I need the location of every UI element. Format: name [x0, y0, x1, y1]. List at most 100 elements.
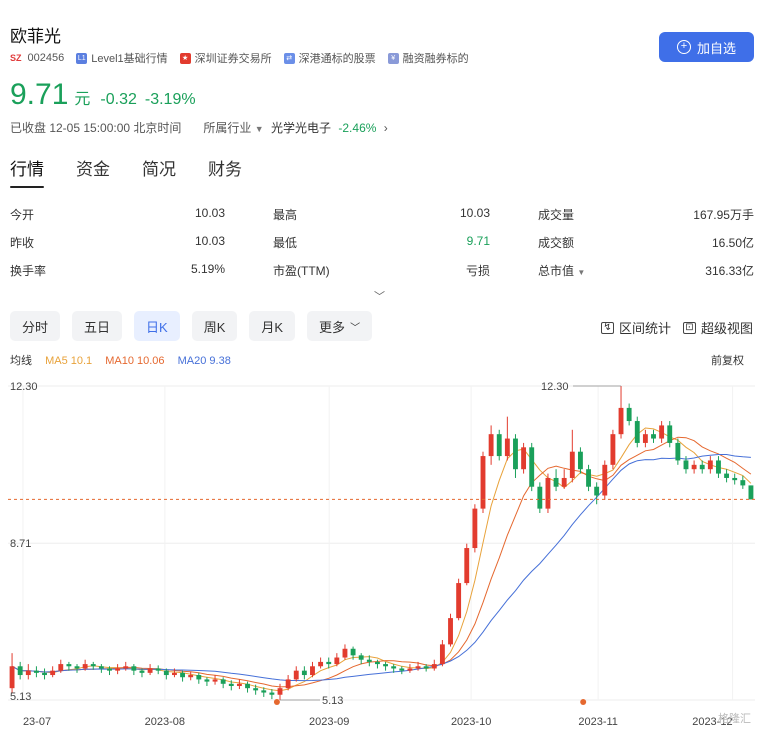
tab-funds[interactable]: 资金 [76, 155, 110, 188]
candle-body [196, 675, 202, 680]
candle-body [699, 464, 705, 470]
period-intraday[interactable]: 分时 [10, 311, 61, 341]
candle-body [301, 670, 307, 676]
exchange-tag: SZ [10, 53, 22, 63]
market-status: 已收盘 12-05 15:00:00 北京时间 [10, 121, 182, 135]
super-view-button[interactable]: ⊡ 超级视图 [682, 318, 753, 337]
candle-body [115, 668, 121, 671]
candle-body [537, 486, 543, 509]
period-5day[interactable]: 五日 [72, 311, 123, 341]
industry-link[interactable]: 所属行业 ▼ 光学光电子 -2.46% › [203, 119, 387, 136]
stat-value: 16.50亿 [711, 236, 754, 250]
candle-body [521, 447, 527, 470]
stat-label: 市盈(TTM) [273, 264, 330, 278]
range-stats-button[interactable]: ↯ 区间统计 [600, 318, 671, 337]
candle-body [90, 664, 96, 667]
ma10-value: MA10 10.06 [105, 355, 165, 367]
candle-body [456, 583, 462, 619]
tab-profile[interactable]: 简况 [142, 155, 176, 188]
candle-body [399, 668, 405, 671]
candle-body [253, 688, 259, 691]
period-daily[interactable]: 日K [134, 311, 180, 341]
stock-code: 002456 [27, 52, 65, 64]
candle-body [236, 683, 242, 686]
candle-body [188, 675, 194, 678]
watermark: 格隆汇 [718, 713, 751, 725]
candle-body [383, 664, 388, 667]
candle-body [464, 548, 470, 584]
x-tick-label: 23-07 [23, 716, 51, 728]
candle-body [748, 485, 754, 500]
candle-body [228, 683, 234, 686]
expand-chevron-icon[interactable]: ﹀ [374, 288, 385, 304]
chevron-right-icon: › [383, 121, 388, 135]
candle-body [659, 425, 665, 439]
period-selector: 分时 五日 日K 周K 月K 更多 ﹀ [10, 311, 384, 341]
tab-quote[interactable]: 行情 [10, 155, 44, 188]
candle-body [691, 464, 697, 470]
ma20-value: MA20 9.38 [177, 355, 231, 367]
level1-icon: L1 [76, 52, 88, 64]
candle-body [602, 464, 608, 496]
candle-body [25, 670, 31, 676]
candle-body [33, 670, 39, 673]
tag-exchange[interactable]: ★ 深圳证券交易所 [179, 50, 272, 66]
candle-body [634, 421, 640, 443]
candle-body [269, 692, 275, 695]
high-label: 12.30 [541, 381, 569, 393]
market-cap-label[interactable]: 总市值 ▼ [538, 262, 585, 279]
tag-connect[interactable]: ⇄ 深港通标的股票 [283, 50, 376, 66]
kline-chart[interactable]: 12.30 8.71 5.13 12.30 5.13 23-07 2023-08 2023-0… [0, 370, 763, 734]
stat-label: 成交量 [538, 208, 575, 222]
period-more[interactable]: 更多 ﹀ [307, 311, 373, 341]
tag-margin[interactable]: ¥ 融资融券标的 [387, 50, 469, 66]
adjust-mode-button[interactable]: 前复权 [711, 352, 744, 368]
candle-body [594, 486, 600, 496]
stat-label: 成交额 [538, 236, 575, 250]
candle-body [724, 473, 730, 478]
candle-body [310, 666, 315, 676]
candle-body [50, 670, 56, 676]
chart-tools: ↯ 区间统计 ⊡ 超级视图 [589, 318, 753, 337]
candle-body [569, 451, 575, 478]
candle-body [366, 659, 372, 662]
candle-body [439, 644, 445, 665]
candle-body [488, 434, 494, 457]
candle-body [496, 434, 502, 457]
stat-label: 昨收 [10, 236, 35, 250]
stats-row: 换手率 5.19% 市盈(TTM) 亏损 总市值 ▼ 316.33亿 [10, 262, 754, 290]
candle-body [326, 661, 332, 665]
tab-finance[interactable]: 财务 [208, 155, 242, 188]
stat-value: 5.19% [190, 262, 225, 276]
candle-body [667, 425, 673, 443]
candle-body [423, 666, 429, 669]
candle-body [58, 664, 64, 671]
y-tick-label: 8.71 [10, 538, 31, 550]
stat-value: 10.03 [194, 234, 225, 248]
candle-body [707, 460, 713, 470]
candle-body [293, 670, 299, 680]
candle-body [107, 668, 112, 671]
candle-body [98, 666, 104, 669]
fullscreen-icon: ⊡ [682, 321, 696, 334]
candle-body [318, 661, 324, 667]
candle-body [683, 460, 689, 470]
stat-value: 167.95万手 [693, 208, 754, 222]
candle-body [577, 451, 583, 470]
tag-level1[interactable]: L1 Level1基础行情 [76, 50, 168, 66]
period-weekly[interactable]: 周K [191, 311, 238, 341]
stats-row: 昨收 10.03 最低 9.71 成交额 16.50亿 [10, 234, 754, 262]
add-watchlist-button[interactable]: + 加自选 [659, 32, 754, 62]
candle-body [618, 407, 624, 435]
status-row: 已收盘 12-05 15:00:00 北京时间 所属行业 ▼ 光学光电子 -2.… [10, 119, 388, 136]
candle-body [66, 664, 72, 667]
stat-label: 今开 [10, 208, 35, 222]
stat-label: 最高 [273, 208, 298, 222]
candle-body [561, 477, 567, 487]
candle-body [651, 434, 656, 439]
stats-grid: 今开 10.03 最高 10.03 成交量 167.95万手 昨收 10.03 … [10, 206, 754, 290]
range-stats-icon: ↯ [600, 321, 614, 334]
price-change: -0.32 [100, 91, 137, 108]
period-monthly[interactable]: 月K [249, 311, 296, 341]
china-flag-icon: ★ [179, 52, 191, 64]
